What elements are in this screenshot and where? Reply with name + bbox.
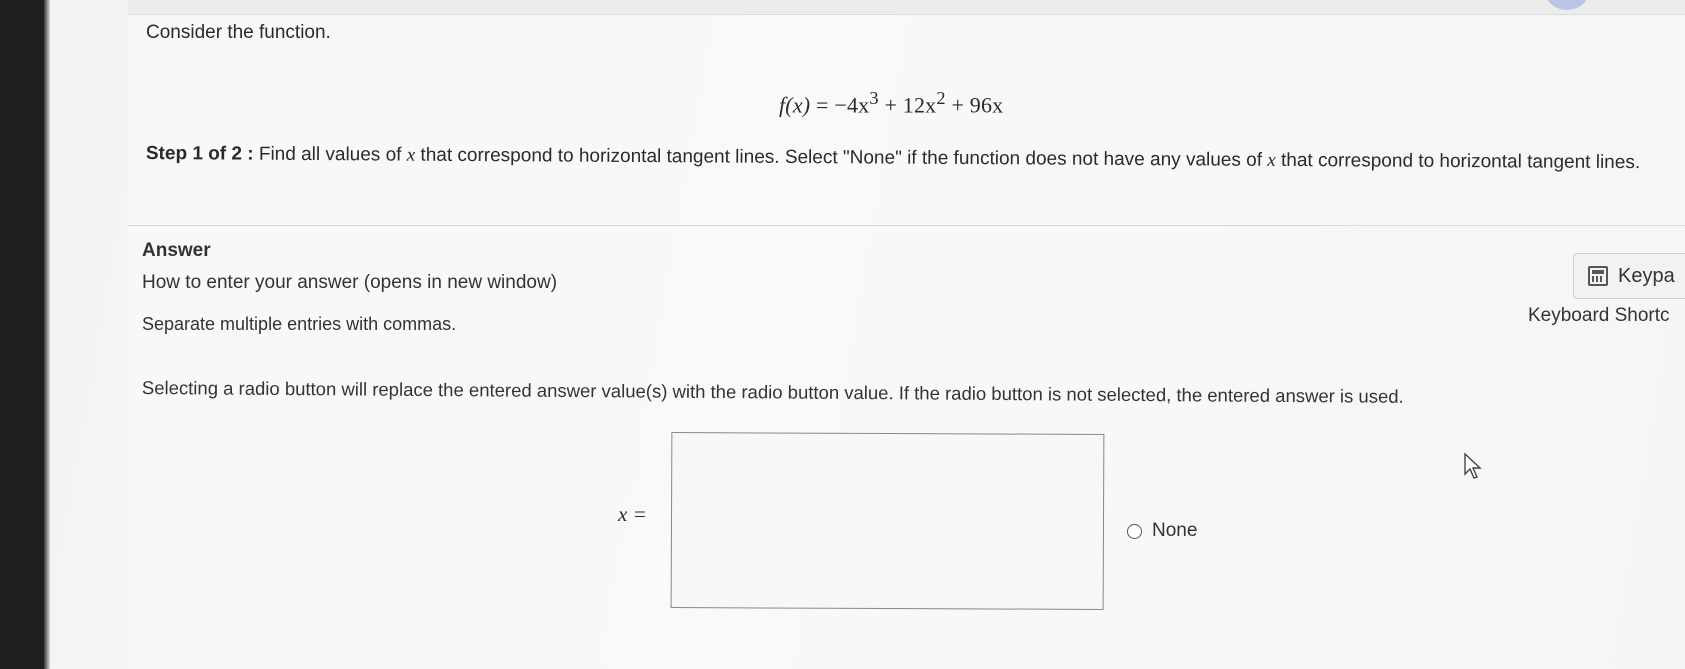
function-equation: f(x) = −4x3 + 12x2 + 96x [779,88,1003,118]
term-2: 12x [902,92,937,118]
mouse-pointer-icon [1464,452,1482,479]
term-3: 96x [969,92,1004,118]
monitor-bezel [0,0,44,669]
keyboard-shortcuts-link[interactable]: Keyboard Shortc [1528,305,1670,327]
none-radio-option[interactable]: None [1127,520,1197,542]
exponent-2: 2 [936,88,946,108]
variable-x: x [406,144,416,166]
plus-sign-1: + [884,92,898,118]
question-intro: Consider the function. [146,22,331,43]
variable-x: x [1267,149,1276,171]
section-divider [128,225,1685,226]
separate-entries-note: Separate multiple entries with commas. [142,314,457,334]
step-text-middle: that correspond to horizontal tangent li… [420,144,1263,171]
keypad-button[interactable]: Keypa [1573,253,1685,299]
top-toolbar-strip [128,0,1685,15]
step-text-after: that correspond to horizontal tangent li… [1280,149,1641,174]
how-to-enter-answer-link[interactable]: How to enter your answer (opens in new w… [142,272,557,294]
none-label: None [1152,520,1198,541]
answer-input-box[interactable] [670,432,1105,610]
answer-input-label: x = [618,502,647,527]
answer-input[interactable] [671,433,1104,609]
exponent-1: 3 [869,88,879,108]
equals-sign: = [816,92,829,118]
term-1: −4x [834,92,870,118]
calculator-icon [1588,266,1608,286]
radio-unselected-icon[interactable] [1127,523,1142,539]
keypad-label: Keypa [1618,264,1675,287]
step-text-before: Find all values of [258,143,402,166]
step-label: Step 1 of 2 : [145,142,254,165]
answer-input-label-text: x = [618,502,647,526]
plus-sign-2: + [951,92,965,118]
answer-heading: Answer [142,240,211,261]
equation-lhs: f(x) [779,92,811,118]
